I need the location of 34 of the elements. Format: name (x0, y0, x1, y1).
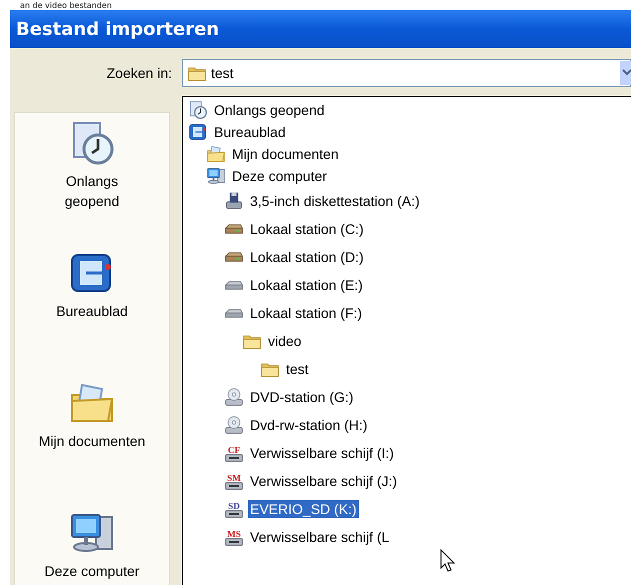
floppy-drive-icon (224, 191, 244, 211)
look-in-dropdown[interactable]: test (182, 59, 631, 87)
window-title: Bestand importeren (16, 18, 220, 40)
tree-item[interactable]: Deze computer (230, 167, 329, 185)
tree-item[interactable]: video (266, 332, 304, 350)
places-item[interactable]: Mijn documenten (37, 379, 147, 491)
tree-item[interactable]: Dvd-rw-station (H:) (248, 416, 370, 434)
tree-item[interactable]: Lokaal station (F:) (248, 304, 364, 322)
tree-item[interactable]: Onlangs geopend (212, 101, 327, 119)
computer-icon (206, 166, 226, 186)
dvd-drive-icon (224, 387, 244, 407)
tree-item[interactable]: EVERIO_SD (K:) (248, 500, 359, 518)
tree-item[interactable]: Lokaal station (E:) (248, 276, 365, 294)
chevron-down-icon (620, 61, 631, 85)
caption-text: an de video bestanden (20, 0, 112, 10)
tree-item[interactable]: Verwisselbare schijf (J:) (248, 472, 400, 490)
tree-item[interactable]: 3,5-inch diskettestation (A:) (248, 192, 422, 210)
tree-item[interactable]: Verwisselbare schijf (I:) (248, 444, 396, 462)
tree-item[interactable]: Bureaublad (212, 123, 288, 141)
tree-item[interactable]: DVD-station (G:) (248, 388, 356, 406)
desktop-icon (188, 122, 208, 142)
places-item[interactable]: Bureaublad (37, 249, 147, 361)
clock-document-icon (188, 100, 208, 120)
tree-item[interactable]: Verwisselbare schijf (L (248, 528, 392, 546)
mouse-pointer-icon (440, 549, 456, 573)
dvd-drive-icon (224, 415, 244, 435)
tree-item[interactable]: Mijn documenten (230, 145, 341, 163)
places-item[interactable]: Onlangs geopend (37, 119, 147, 231)
places-item[interactable]: Deze computer (37, 509, 147, 585)
tree-item[interactable]: Lokaal station (D:) (248, 248, 366, 266)
documents-folder-icon (206, 144, 226, 164)
tree-item[interactable]: Lokaal station (C:) (248, 220, 366, 238)
tree-item[interactable]: test (284, 360, 311, 378)
look-in-label: Zoeken in: (106, 65, 172, 81)
